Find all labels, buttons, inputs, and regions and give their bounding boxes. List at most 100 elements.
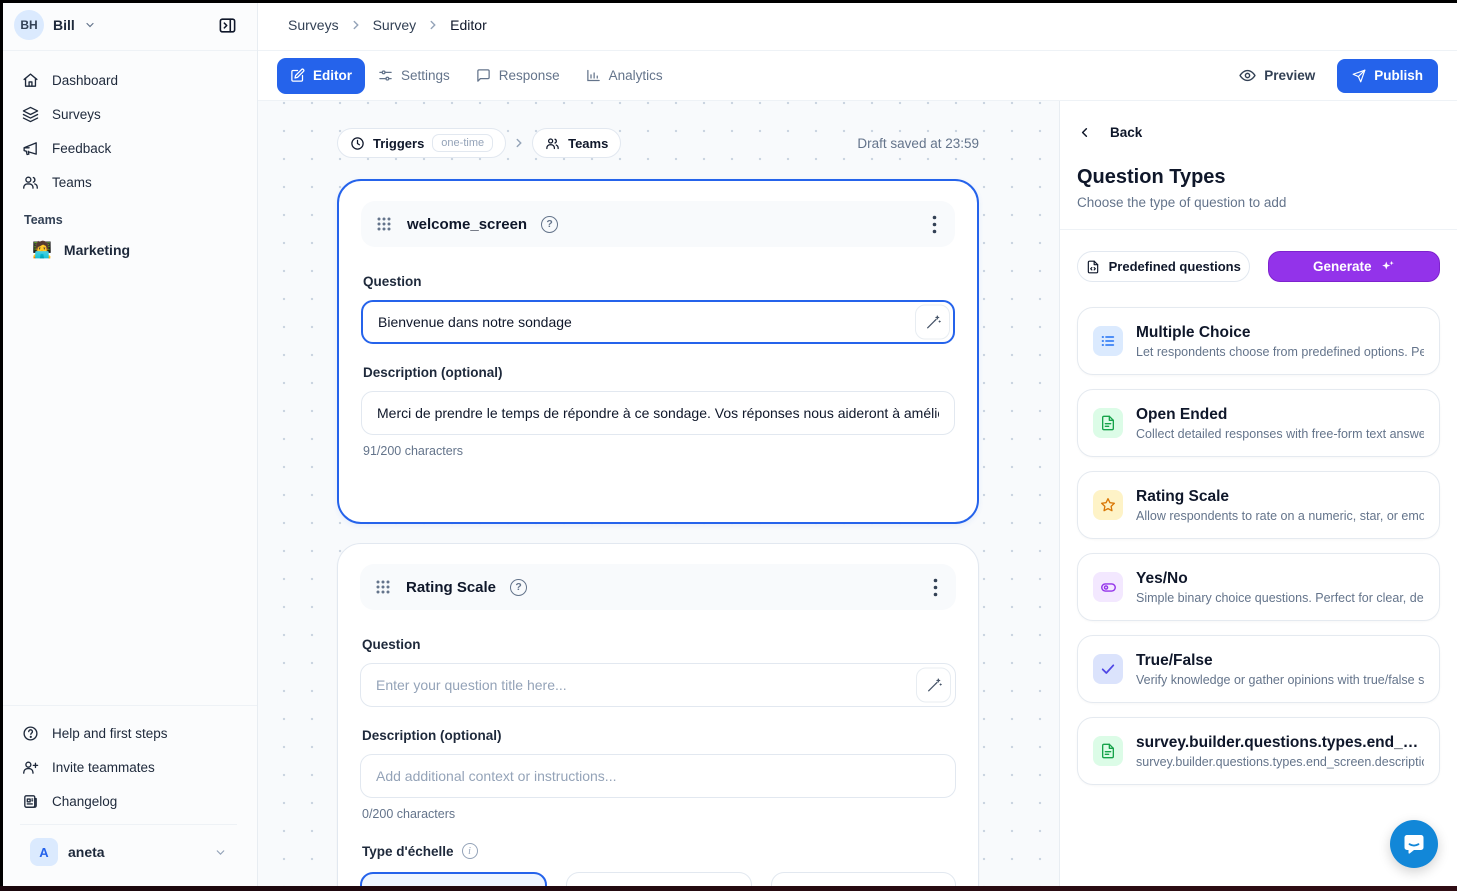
publish-button[interactable]: Publish <box>1337 59 1438 93</box>
info-icon[interactable]: i <box>462 843 478 859</box>
description-input[interactable] <box>361 391 955 435</box>
megaphone-icon <box>22 140 39 157</box>
sidebar-item-feedback[interactable]: Feedback <box>10 131 247 165</box>
char-counter: 0/200 characters <box>362 807 956 821</box>
card-menu-button[interactable] <box>929 574 942 601</box>
workspace-name[interactable]: Bill <box>53 17 75 33</box>
tab-label: Editor <box>313 68 352 83</box>
sidebar-item-changelog[interactable]: Changelog <box>10 784 247 818</box>
preview-button[interactable]: Preview <box>1239 67 1315 84</box>
account-switcher[interactable]: A aneta <box>20 824 237 873</box>
magic-wand-icon <box>925 314 941 330</box>
team-emoji: 🧑‍💻 <box>32 240 52 260</box>
clock-icon <box>350 136 365 151</box>
editor-toolbar: Editor Settings Response Analytics <box>258 51 1457 101</box>
question-label: Question <box>363 274 955 289</box>
question-card-welcome-screen[interactable]: welcome_screen ? Question <box>337 179 979 524</box>
back-button[interactable]: Back <box>1060 125 1159 140</box>
chat-bubble-smile-icon <box>1402 832 1426 856</box>
breadcrumb-survey[interactable]: Survey <box>373 17 417 33</box>
survey-builder-app: BH Bill Dashboard <box>0 0 1457 891</box>
document-icon <box>1093 408 1123 438</box>
type-title: Yes/No <box>1136 570 1424 588</box>
question-input[interactable] <box>360 663 956 707</box>
sidebar-item-invite[interactable]: Invite teammates <box>10 750 247 784</box>
sidebar-nav: Dashboard Surveys Feedback Teams <box>0 51 257 267</box>
triggers-pill[interactable]: Triggers one-time <box>337 128 506 158</box>
publish-label: Publish <box>1374 68 1423 83</box>
help-circle-icon[interactable]: ? <box>510 579 527 596</box>
tab-label: Response <box>499 68 560 83</box>
type-description: Collect detailed responses with free-for… <box>1136 427 1424 441</box>
predefined-questions-button[interactable]: Predefined questions <box>1077 251 1250 282</box>
sidebar-footer: Help and first steps Invite teammates Ch… <box>0 705 257 891</box>
scale-type-label: Type d'échelle <box>362 844 454 859</box>
panel-title: Question Types <box>1077 166 1440 189</box>
type-description: survey.builder.questions.types.end_scree… <box>1136 755 1424 769</box>
question-card-rating-scale[interactable]: Rating Scale ? Question <box>337 543 979 891</box>
sidebar: BH Bill Dashboard <box>0 0 258 891</box>
builder-canvas: Triggers one-time Teams Draft saved at 2… <box>258 101 1059 891</box>
chat-launcher-button[interactable] <box>1390 820 1438 868</box>
type-title: survey.builder.questions.types.end_scr..… <box>1136 734 1424 752</box>
tab-editor[interactable]: Editor <box>277 58 365 94</box>
tab-settings[interactable]: Settings <box>365 58 463 94</box>
triggers-badge: one-time <box>432 134 493 152</box>
drag-handle-icon[interactable] <box>375 215 393 233</box>
question-type-yes-no[interactable]: Yes/No Simple binary choice questions. P… <box>1077 553 1440 621</box>
sidebar-item-surveys[interactable]: Surveys <box>10 97 247 131</box>
question-type-multiple-choice[interactable]: Multiple Choice Let respondents choose f… <box>1077 307 1440 375</box>
send-plane-icon <box>1352 69 1366 83</box>
home-icon <box>22 72 39 89</box>
chevron-left-icon <box>1077 125 1092 140</box>
preview-label: Preview <box>1264 68 1315 83</box>
tab-response[interactable]: Response <box>463 58 573 94</box>
ai-improve-button[interactable] <box>916 668 951 703</box>
type-description: Simple binary choice questions. Perfect … <box>1136 591 1424 605</box>
card-menu-button[interactable] <box>928 211 941 238</box>
sidebar-item-label: Teams <box>52 175 92 190</box>
chevron-right-icon <box>426 18 440 32</box>
sidebar-item-dashboard[interactable]: Dashboard <box>10 63 247 97</box>
sidebar-item-help[interactable]: Help and first steps <box>10 716 247 750</box>
main-area: Surveys Survey Editor Editor Se <box>258 0 1457 891</box>
description-input[interactable] <box>360 754 956 798</box>
sidebar-item-teams[interactable]: Teams <box>10 165 247 199</box>
team-label: Marketing <box>64 242 130 258</box>
teams-pill[interactable]: Teams <box>532 128 621 158</box>
question-type-rating-scale[interactable]: Rating Scale Allow respondents to rate o… <box>1077 471 1440 539</box>
question-type-true-false[interactable]: True/False Verify knowledge or gather op… <box>1077 635 1440 703</box>
collapse-sidebar-button[interactable] <box>211 9 243 41</box>
star-icon <box>1093 490 1123 520</box>
magic-wand-icon <box>926 677 942 693</box>
users-icon <box>22 174 39 191</box>
kebab-icon <box>932 215 937 234</box>
chevron-right-icon <box>349 18 363 32</box>
generate-button[interactable]: Generate <box>1268 251 1441 282</box>
breadcrumb: Surveys Survey Editor <box>258 0 1457 51</box>
chevron-down-icon <box>214 846 227 859</box>
question-input[interactable] <box>361 300 955 344</box>
breadcrumb-editor[interactable]: Editor <box>450 17 487 33</box>
teams-pill-label: Teams <box>568 136 608 151</box>
bar-chart-icon <box>586 68 601 83</box>
chat-bubble-icon <box>476 68 491 83</box>
sidebar-team-marketing[interactable]: 🧑‍💻 Marketing <box>20 233 237 267</box>
panel-subtitle: Choose the type of question to add <box>1077 195 1440 210</box>
help-circle-icon[interactable]: ? <box>541 216 558 233</box>
account-name: aneta <box>68 844 204 860</box>
card-title: Rating Scale <box>406 579 496 596</box>
question-type-open-ended[interactable]: Open Ended Collect detailed responses wi… <box>1077 389 1440 457</box>
check-icon <box>1093 654 1123 684</box>
workspace-avatar[interactable]: BH <box>14 10 44 40</box>
triggers-label: Triggers <box>373 136 424 151</box>
ai-improve-button[interactable] <box>915 305 950 340</box>
generate-label: Generate <box>1313 259 1372 274</box>
tab-analytics[interactable]: Analytics <box>573 58 676 94</box>
predefined-label: Predefined questions <box>1109 259 1241 274</box>
breadcrumb-surveys[interactable]: Surveys <box>288 17 339 33</box>
drag-handle-icon[interactable] <box>374 578 392 596</box>
sidebar-item-label: Dashboard <box>52 73 118 88</box>
question-type-end-screen[interactable]: survey.builder.questions.types.end_scr..… <box>1077 717 1440 785</box>
window-edge-top <box>0 0 1457 3</box>
